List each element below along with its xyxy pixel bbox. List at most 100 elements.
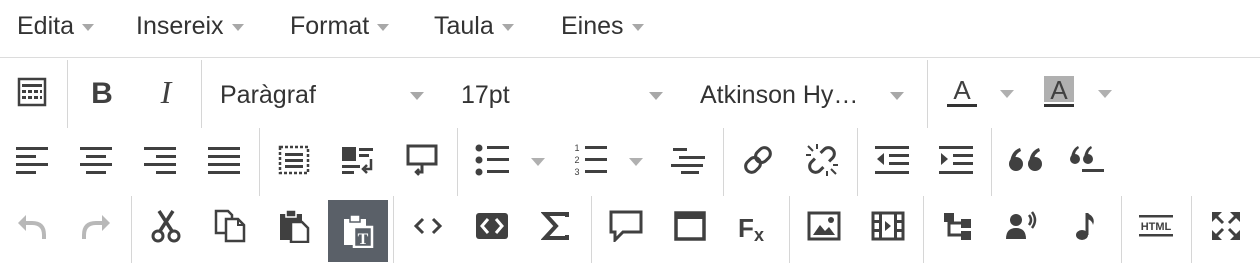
font-size-value: 17pt bbox=[461, 80, 510, 109]
select-all-icon bbox=[278, 145, 310, 175]
background-color-button[interactable]: A bbox=[1037, 70, 1081, 114]
separator bbox=[1121, 196, 1122, 263]
cut-button[interactable] bbox=[144, 204, 188, 248]
undo-button[interactable] bbox=[10, 204, 54, 248]
text-color-glyph: A bbox=[953, 75, 971, 105]
text-direction-button[interactable] bbox=[336, 140, 380, 180]
bold-button[interactable]: B bbox=[80, 72, 124, 112]
separator bbox=[923, 196, 924, 263]
separator bbox=[991, 128, 992, 196]
unlink-button[interactable] bbox=[800, 140, 844, 180]
presentation-icon bbox=[406, 144, 438, 176]
presentation-button[interactable] bbox=[400, 140, 444, 180]
font-family-select[interactable]: Atkinson Hy… bbox=[700, 75, 904, 115]
text-color-icon: A bbox=[947, 75, 977, 107]
align-justify-button[interactable] bbox=[202, 140, 246, 180]
select-all-button[interactable] bbox=[272, 140, 316, 180]
cite-button[interactable] bbox=[1066, 140, 1110, 180]
menu-edit-label: Edita bbox=[17, 11, 74, 40]
html-button[interactable]: HTML bbox=[1134, 204, 1178, 248]
frame-icon bbox=[674, 211, 706, 241]
font-size-select[interactable]: 17pt bbox=[461, 75, 663, 115]
svg-text:HTML: HTML bbox=[1141, 221, 1172, 233]
scissors-icon bbox=[151, 210, 181, 243]
sitemap-button[interactable] bbox=[936, 204, 980, 248]
separator bbox=[393, 196, 394, 263]
copy-button[interactable] bbox=[208, 204, 252, 248]
separator bbox=[927, 60, 928, 128]
background-color-icon: A bbox=[1044, 75, 1074, 107]
html-icon: HTML bbox=[1139, 215, 1173, 237]
italic-button[interactable]: I bbox=[144, 72, 188, 112]
separator bbox=[857, 128, 858, 196]
paste-text-icon: T bbox=[344, 214, 374, 248]
math-formula-button[interactable] bbox=[534, 204, 578, 248]
block-format-select[interactable]: Paràgraf bbox=[220, 75, 424, 115]
source-code-button[interactable] bbox=[406, 204, 450, 248]
bold-icon: B bbox=[91, 77, 113, 107]
align-right-icon bbox=[144, 147, 176, 174]
align-left-button[interactable] bbox=[10, 140, 54, 180]
toggle-toolbar-button[interactable] bbox=[10, 72, 54, 112]
function-button[interactable]: F x bbox=[732, 204, 776, 248]
svg-text:F: F bbox=[738, 213, 754, 242]
background-color-glyph: A bbox=[1050, 75, 1068, 105]
insert-image-button[interactable] bbox=[802, 204, 846, 248]
code-sample-icon bbox=[476, 213, 508, 239]
menu-format[interactable]: Format bbox=[290, 9, 390, 43]
fullscreen-button[interactable] bbox=[1204, 204, 1248, 248]
menu-edit[interactable]: Edita bbox=[17, 9, 94, 43]
indent-button[interactable] bbox=[934, 140, 978, 180]
numbered-list-dropdown[interactable] bbox=[629, 158, 643, 166]
chevron-down-icon bbox=[649, 92, 663, 100]
toolbar-row-2: 1 2 3 bbox=[0, 128, 1260, 196]
separator bbox=[457, 128, 458, 196]
link-icon bbox=[744, 146, 772, 174]
redo-button[interactable] bbox=[74, 204, 118, 248]
insert-comment-button[interactable] bbox=[604, 204, 648, 248]
music-note-icon bbox=[1076, 213, 1094, 240]
paste-as-text-button[interactable]: T bbox=[328, 200, 388, 262]
menu-tools[interactable]: Eines bbox=[561, 9, 644, 43]
svg-text:B: B bbox=[91, 77, 113, 107]
toolbar-row-1: B I Paràgraf 17pt Atkinson Hy… A A bbox=[0, 60, 1260, 128]
outdent-icon bbox=[875, 146, 909, 174]
code-icon bbox=[413, 217, 443, 235]
insert-frame-button[interactable] bbox=[668, 204, 712, 248]
text-to-speech-button[interactable] bbox=[1000, 204, 1044, 248]
chevron-down-icon bbox=[231, 24, 244, 31]
text-color-dropdown[interactable] bbox=[1000, 90, 1014, 98]
align-right-button[interactable] bbox=[138, 140, 182, 180]
align-left-icon bbox=[16, 147, 48, 174]
menu-table[interactable]: Taula bbox=[434, 9, 514, 43]
align-center-button[interactable] bbox=[74, 140, 118, 180]
menu-table-label: Taula bbox=[434, 11, 494, 40]
separator bbox=[591, 196, 592, 263]
text-color-button[interactable]: A bbox=[940, 70, 984, 114]
comment-icon bbox=[609, 210, 643, 242]
outline-button[interactable] bbox=[666, 140, 710, 180]
insert-media-button[interactable] bbox=[866, 204, 910, 248]
code-sample-button[interactable] bbox=[470, 204, 514, 248]
svg-text:3: 3 bbox=[574, 167, 579, 177]
redo-icon bbox=[82, 215, 110, 239]
blockquote-button[interactable] bbox=[1004, 140, 1048, 180]
insert-audio-button[interactable] bbox=[1064, 204, 1108, 248]
paste-button[interactable] bbox=[272, 204, 316, 248]
outdent-button[interactable] bbox=[870, 140, 914, 180]
insert-link-button[interactable] bbox=[736, 140, 780, 180]
svg-text:1: 1 bbox=[574, 143, 579, 153]
background-color-dropdown[interactable] bbox=[1098, 90, 1112, 98]
speaking-person-icon bbox=[1006, 211, 1037, 239]
bullet-list-dropdown[interactable] bbox=[531, 158, 545, 166]
toolbar-row-3: T F x HTML bbox=[0, 196, 1260, 263]
separator bbox=[131, 196, 132, 263]
chevron-down-icon bbox=[377, 24, 390, 31]
menu-insert[interactable]: Insereix bbox=[136, 9, 244, 43]
bullet-list-button[interactable] bbox=[470, 140, 514, 180]
indent-icon bbox=[939, 146, 973, 174]
numbered-list-button[interactable]: 1 2 3 bbox=[568, 140, 612, 180]
menu-insert-label: Insereix bbox=[136, 11, 224, 40]
cite-icon bbox=[1070, 146, 1104, 172]
block-format-value: Paràgraf bbox=[220, 80, 316, 109]
